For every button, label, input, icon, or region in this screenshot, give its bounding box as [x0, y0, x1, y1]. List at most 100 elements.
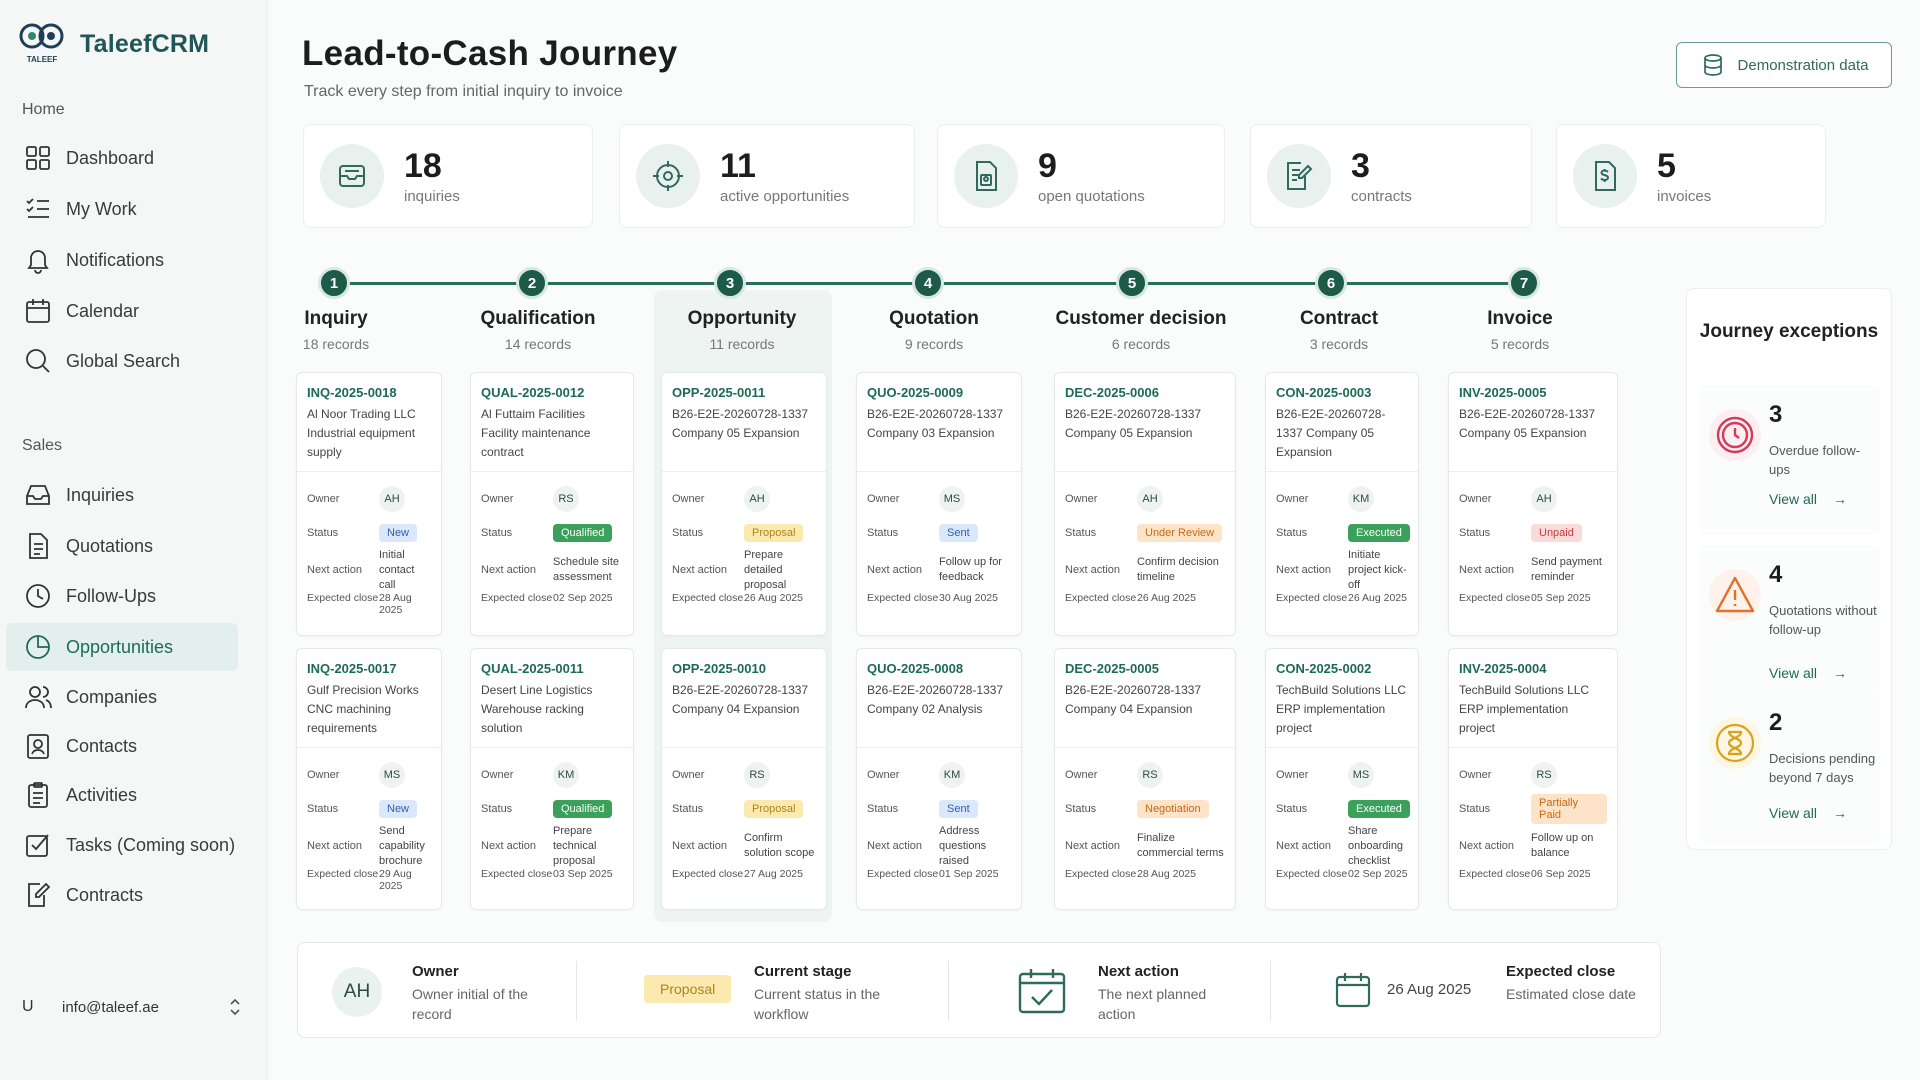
record-card[interactable]: QUO-2025-0008 B26-E2E-20260728-1337 Comp… [856, 648, 1022, 910]
nav-global-search[interactable]: Global Search [6, 337, 238, 385]
nav-inquiries[interactable]: Inquiries [6, 471, 238, 519]
record-code[interactable]: QUO-2025-0008 [867, 661, 1011, 676]
exception-quotations-without-follow-up[interactable]: 4 Quotations without follow-up View all → [1699, 545, 1881, 695]
view-all-link[interactable]: View all → [1769, 491, 1847, 507]
record-code[interactable]: QUO-2025-0009 [867, 385, 1011, 400]
nav-follow-ups[interactable]: Follow-Ups [6, 572, 238, 620]
sidebar: TALEEF TaleefCRM Home Dashboard My Work … [0, 0, 268, 1080]
record-card[interactable]: CON-2025-0003 B26-E2E-20260728-1337 Comp… [1265, 372, 1419, 636]
nav-opportunities[interactable]: Opportunities [6, 623, 238, 671]
nav-contacts[interactable]: Contacts [6, 722, 238, 770]
kpi-inquiries[interactable]: 18 inquiries [303, 124, 593, 228]
record-code[interactable]: DEC-2025-0005 [1065, 661, 1225, 676]
record-card[interactable]: INV-2025-0005 B26-E2E-20260728-1337 Comp… [1448, 372, 1618, 636]
record-card[interactable]: QUAL-2025-0011 Desert Line Logistics War… [470, 648, 634, 910]
stage-count: 14 records [504, 336, 572, 352]
edit-document-icon [28, 882, 51, 907]
next-action-label: Next action [307, 840, 363, 852]
status-badge: Executed [1348, 800, 1410, 818]
nav-tasks[interactable]: Tasks (Coming soon) [6, 821, 238, 869]
nav-label: Contracts [66, 884, 144, 905]
record-code[interactable]: QUAL-2025-0011 [481, 661, 623, 676]
record-card[interactable]: INV-2025-0004 TechBuild Solutions LLC ER… [1448, 648, 1618, 910]
kpi-open-quotations[interactable]: 9 open quotations [937, 124, 1225, 228]
step-number: 6 [1315, 267, 1347, 299]
record-code[interactable]: QUAL-2025-0012 [481, 385, 623, 400]
record-code[interactable]: OPP-2025-0011 [672, 385, 816, 400]
status-label: Status [672, 803, 704, 815]
next-action-label: Next action [672, 840, 728, 852]
clipboard-icon [28, 782, 48, 808]
record-code[interactable]: INV-2025-0005 [1459, 385, 1607, 400]
kpi-label: inquiries [404, 187, 460, 205]
expected-close-value: 26 Aug 2025 [744, 592, 803, 604]
next-action-label: Next action [1276, 840, 1332, 852]
next-action-label: Next action [1459, 564, 1515, 576]
next-action-label: Next action [481, 564, 537, 576]
exception-overdue-follow-ups[interactable]: 3 Overdue follow-ups View all → [1699, 385, 1881, 535]
nav-dashboard[interactable]: Dashboard [6, 134, 238, 182]
record-card[interactable]: QUAL-2025-0012 Al Futtaim Facilities Fac… [470, 372, 634, 636]
stage-header[interactable]: Inquiry 18 records [246, 308, 426, 352]
stage-header[interactable]: Quotation 9 records [844, 308, 1024, 352]
record-card[interactable]: CON-2025-0002 TechBuild Solutions LLC ER… [1265, 648, 1419, 910]
record-card[interactable]: DEC-2025-0005 B26-E2E-20260728-1337 Comp… [1054, 648, 1236, 910]
record-card[interactable]: INQ-2025-0017 Gulf Precision Works CNC m… [296, 648, 442, 910]
card-divider [471, 471, 633, 472]
view-all-link[interactable]: View all → [1769, 665, 1847, 681]
user-menu[interactable]: U info@taleef.ae [22, 998, 242, 1016]
record-code[interactable]: INV-2025-0004 [1459, 661, 1607, 676]
record-description: Al Noor Trading LLC Industrial equipment… [307, 407, 416, 459]
nav-my-work[interactable]: My Work [6, 185, 238, 233]
kpi-contracts[interactable]: 3 contracts [1250, 124, 1532, 228]
card-divider [1266, 747, 1418, 748]
stage-header[interactable]: Opportunity 11 records [652, 308, 832, 352]
record-card[interactable]: INQ-2025-0018 Al Noor Trading LLC Indust… [296, 372, 442, 636]
nav-calendar[interactable]: Calendar [6, 287, 238, 335]
record-description: B26-E2E-20260728-1337 Company 05 Expansi… [1459, 407, 1596, 440]
stage-header[interactable]: Invoice 5 records [1430, 308, 1610, 352]
status-badge: Sent [939, 800, 978, 818]
record-card[interactable]: QUO-2025-0009 B26-E2E-20260728-1337 Comp… [856, 372, 1022, 636]
owner-label: Owner [1065, 769, 1098, 781]
nav-label: Notifications [66, 249, 165, 270]
expected-close-label: Expected close [307, 592, 379, 604]
kpi-value: 18 [404, 146, 442, 185]
record-code[interactable]: DEC-2025-0006 [1065, 385, 1225, 400]
nav-activities[interactable]: Activities [6, 771, 238, 819]
record-code[interactable]: INQ-2025-0017 [307, 661, 431, 676]
stage-name: Customer decision [1055, 308, 1227, 329]
record-description: TechBuild Solutions LLC ERP implementati… [1459, 683, 1590, 735]
record-card[interactable]: OPP-2025-0010 B26-E2E-20260728-1337 Comp… [661, 648, 827, 910]
record-code[interactable]: CON-2025-0003 [1276, 385, 1408, 400]
brand[interactable]: TALEEF TaleefCRM [18, 22, 209, 66]
kpi-invoices[interactable]: 5 invoices [1556, 124, 1826, 228]
stage-header[interactable]: Customer decision 6 records [1051, 308, 1231, 352]
expected-close-label: Expected close [481, 868, 553, 880]
exception-decisions-pending[interactable]: 2 Decisions pending beyond 7 days View a… [1699, 693, 1881, 843]
record-description: B26-E2E-20260728-1337 Company 04 Expansi… [672, 683, 809, 716]
nav-notifications[interactable]: Notifications [6, 236, 238, 284]
kpi-active-opportunities[interactable]: 11 active opportunities [619, 124, 915, 228]
record-code[interactable]: OPP-2025-0010 [672, 661, 816, 676]
stage-header[interactable]: Qualification 14 records [448, 308, 628, 352]
nav-contracts[interactable]: Contracts [6, 871, 238, 919]
stage-header[interactable]: Contract 3 records [1249, 308, 1429, 352]
stage-name: Invoice [1487, 308, 1553, 329]
view-all-link[interactable]: View all → [1769, 805, 1847, 821]
record-code[interactable]: INQ-2025-0018 [307, 385, 431, 400]
record-code[interactable]: CON-2025-0002 [1276, 661, 1408, 676]
record-card[interactable]: OPP-2025-0011 B26-E2E-20260728-1337 Comp… [661, 372, 827, 636]
record-card[interactable]: DEC-2025-0006 B26-E2E-20260728-1337 Comp… [1054, 372, 1236, 636]
record-description: Al Futtaim Facilities Facility maintenan… [481, 407, 591, 459]
nav-companies[interactable]: Companies [6, 673, 238, 721]
arrow-right-icon: → [1833, 491, 1847, 507]
status-label: Status [481, 803, 513, 815]
section-home-label: Home [22, 101, 65, 118]
exception-text: Quotations without follow-up [1769, 603, 1877, 637]
nav-quotations[interactable]: Quotations [6, 522, 238, 570]
expected-close-value: 06 Sep 2025 [1531, 868, 1591, 880]
arrow-right-icon: → [1833, 805, 1847, 821]
demonstration-data-button[interactable]: Demonstration data [1676, 42, 1892, 88]
record-description: Gulf Precision Works CNC machining requi… [307, 683, 419, 735]
